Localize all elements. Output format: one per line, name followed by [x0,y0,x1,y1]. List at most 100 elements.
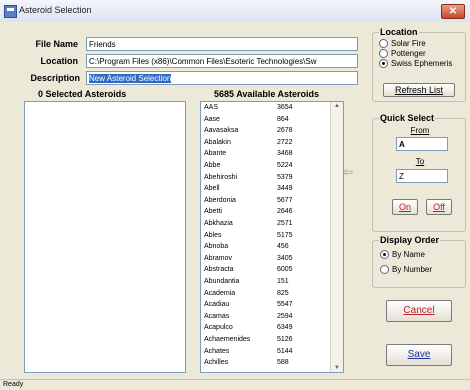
asteroid-name: Abkhazia [204,220,233,227]
to-label: To [415,157,425,166]
quick-select-on-button[interactable]: On [392,199,418,215]
asteroid-number: 864 [277,115,289,123]
radio-by-name[interactable]: By Name [380,250,425,260]
cancel-button[interactable]: Cancel [386,300,452,322]
asteroid-name: Abundantia [204,278,240,285]
refresh-list-label: Refresh List [394,85,444,95]
location-input[interactable]: C:\Program Files (x86)\Common Files\Esot… [86,54,358,68]
display-order-group [372,240,466,288]
radio-dot [380,265,389,275]
radio-swiss-ephemeris[interactable]: Swiss Ephemeris [379,59,453,69]
location-label: Location [40,56,79,66]
refresh-list-button[interactable]: Refresh List [383,83,455,97]
asteroid-name: Acadiau [204,301,230,309]
asteroid-name: Aberdonia [204,196,236,204]
asteroid-name: Ables [204,231,222,239]
asteroid-number: 2678 [277,127,293,135]
asteroid-name: AAS [204,104,219,111]
dialog-body: File Name Friends Location C:\Program Fi… [0,22,470,389]
radio-dot [379,49,388,59]
location-group-title: Location [379,27,419,37]
asteroid-name: Aase [204,115,220,123]
asteroid-number: 5379 [277,173,293,181]
asteroid-number: 3654 [277,104,293,111]
radio-dot [379,39,388,49]
asteroid-name: Achates [204,347,230,355]
on-label: On [398,202,411,212]
asteroid-number: 2646 [277,208,293,216]
from-label: From [410,126,430,135]
selected-asteroids-header: 0 Selected Asteroids [38,89,127,99]
from-input[interactable]: A [396,137,448,151]
radio-label: By Number [392,265,433,274]
asteroid-name: Acamas [204,312,230,320]
selected-asteroids-list[interactable] [24,101,186,373]
asteroid-name: Abehiroshi [204,173,238,181]
asteroid-number: 5144 [277,347,293,355]
asteroid-number: 588 [277,359,289,367]
available-asteroids-header: 5685 Available Asteroids [214,89,320,99]
radio-by-number[interactable]: By Number [380,265,433,275]
asteroid-name: Academia [204,289,236,297]
cancel-label: Cancel [403,305,435,316]
asteroid-number: 2594 [277,312,293,320]
quick-select-title: Quick Select [379,113,436,123]
available-list-scrollbar[interactable]: ▲ ▼ [330,102,343,372]
file-name-input[interactable]: Friends [86,37,358,51]
asteroid-number: 5677 [277,196,293,204]
asteroid-number: 3468 [277,150,293,158]
radio-solar-fire[interactable]: Solar Fire [379,39,426,49]
file-name-label: File Name [35,39,78,49]
asteroid-name: Abante [204,150,227,158]
asteroid-number: 5175 [277,231,293,239]
asteroid-number: 825 [277,289,289,297]
save-button[interactable]: Save [386,344,452,366]
asteroid-app-icon [4,5,17,18]
radio-label: Swiss Ephemeris [391,59,453,68]
asteroid-number: 151 [277,278,289,285]
asteroid-name: Achaemenides [204,336,251,343]
title-bar: Asteroid Selection ✕ [0,0,470,23]
asteroid-number: 456 [277,243,289,251]
status-bar: Ready [0,379,470,389]
asteroid-number: 6349 [277,324,293,332]
asteroid-name: Abetti [204,208,222,216]
asteroid-number: 3449 [277,185,293,193]
asteroid-name: Aavasaksa [204,127,239,135]
radio-label: Solar Fire [391,39,426,48]
asteroid-number: 2722 [277,138,293,146]
asteroid-name: Abell [204,185,220,193]
radio-label: By Name [392,250,425,259]
asteroid-number: 5547 [277,301,293,309]
transfer-arrow-icon[interactable]: ⇦ [343,165,355,179]
quick-select-off-button[interactable]: Off [426,199,452,215]
display-order-title: Display Order [379,235,441,245]
asteroid-number: 5224 [277,162,293,169]
asteroid-name: Achilles [204,359,229,367]
asteroid-name: Abbe [204,162,221,169]
asteroid-name: Abalakin [204,138,231,146]
asteroid-number: 2571 [277,220,293,227]
radio-dot-selected [380,250,389,260]
description-label: Description [30,73,80,83]
description-selected-text: New Asteroid Selection [89,74,172,83]
description-input[interactable]: New Asteroid Selection [86,71,358,85]
radio-pottenger[interactable]: Pottenger [379,49,426,59]
asteroid-name: Abramov [204,254,233,262]
save-label: Save [407,349,431,360]
window-title: Asteroid Selection [19,5,92,15]
asteroid-name: Acapulco [204,324,233,332]
off-label: Off [433,202,445,212]
asteroid-name: Abnoba [204,243,229,251]
asteroid-name: Abstracta [204,266,234,274]
asteroid-number: 5126 [277,336,293,343]
asteroid-number: 6005 [277,266,293,274]
close-button[interactable]: ✕ [441,4,465,19]
scroll-up-arrow-icon[interactable]: ▲ [334,103,340,109]
radio-dot-selected [379,59,388,69]
radio-label: Pottenger [391,49,426,58]
available-asteroids-list[interactable]: ▲ ▼ AAS 3654 Aase 864 Aavasaksa 2678 Abalakin 2… [200,101,344,373]
scroll-down-arrow-icon[interactable]: ▼ [334,365,340,371]
asteroid-number: 3405 [277,254,293,262]
to-input[interactable]: Z [396,169,448,183]
